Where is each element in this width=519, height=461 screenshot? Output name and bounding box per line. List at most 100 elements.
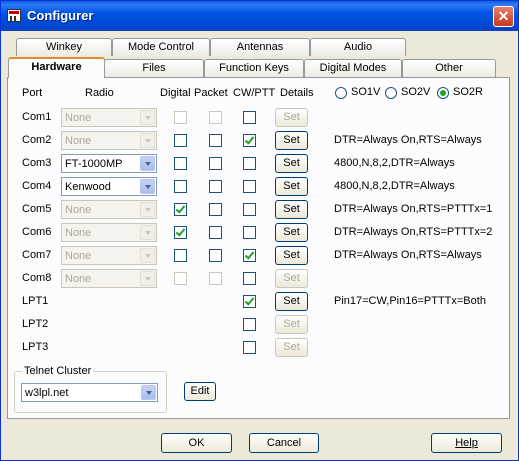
so1v-radio[interactable] [335,87,347,99]
port-label-com3: Com3 [22,157,52,169]
cwptt-checkbox[interactable] [243,203,256,216]
tab-other[interactable]: Other [402,59,496,77]
set-button[interactable]: Set [275,269,308,288]
digital-checkbox[interactable] [174,157,187,170]
port-label-com1: Com1 [22,111,52,123]
telnet-cluster-value: w3lpl.net [25,387,69,399]
digital-checkbox[interactable] [174,272,187,285]
tab-hardware[interactable]: Hardware [8,57,105,78]
digital-checkbox[interactable] [174,180,187,193]
tab-function-keys[interactable]: Function Keys [204,59,304,77]
tab-mode-control[interactable]: Mode Control [112,38,210,56]
chevron-down-icon[interactable] [140,133,155,148]
cwptt-checkbox[interactable] [243,341,256,354]
cwptt-checkbox[interactable] [243,180,256,193]
set-button[interactable]: Set [275,200,308,219]
digital-checkbox[interactable] [174,111,187,124]
radio-select-com7[interactable]: None [61,246,157,265]
radio-value: None [65,273,92,285]
radio-value: None [65,204,92,216]
so2v-label: SO2V [401,86,431,98]
port-label-com8: Com8 [22,272,52,284]
radio-select-com5[interactable]: None [61,200,157,219]
chevron-down-icon[interactable] [140,271,155,286]
radio-select-com2[interactable]: None [61,131,157,150]
port-details: 4800,N,8,2,DTR=Always [334,157,455,169]
radio-select-com3[interactable]: FT-1000MP [61,154,157,173]
radio-select-com8[interactable]: None [61,269,157,288]
set-button[interactable]: Set [275,223,308,242]
so2v-radio[interactable] [385,87,397,99]
port-details: DTR=Always On,RTS=Always [334,249,482,261]
cwptt-checkbox[interactable] [243,249,256,262]
cancel-button[interactable]: Cancel [249,433,319,453]
set-button[interactable]: Set [275,108,308,127]
digital-checkbox[interactable] [174,249,187,262]
radio-select-com6[interactable]: None [61,223,157,242]
chevron-down-icon[interactable] [140,248,155,263]
set-button[interactable]: Set [275,177,308,196]
digital-checkbox[interactable] [174,203,187,216]
set-button[interactable]: Set [275,315,308,334]
tab-antennas[interactable]: Antennas [210,38,310,56]
set-button[interactable]: Set [275,154,308,173]
telnet-cluster-label: Telnet Cluster [22,365,94,377]
radio-select-com1[interactable]: None [61,108,157,127]
cwptt-checkbox[interactable] [243,226,256,239]
help-label: Help [455,437,478,449]
so1v-label: SO1V [351,86,381,98]
tab-audio[interactable]: Audio [310,38,406,56]
header-radio: Radio [85,87,114,99]
cwptt-checkbox[interactable] [243,318,256,331]
tab-files[interactable]: Files [104,59,204,77]
set-button[interactable]: Set [275,246,308,265]
packet-checkbox[interactable] [209,134,222,147]
close-button[interactable]: ✕ [493,6,514,27]
telnet-cluster-select[interactable]: w3lpl.net [21,383,158,402]
set-button[interactable]: Set [275,292,308,311]
packet-checkbox[interactable] [209,226,222,239]
window-title: Configurer [27,8,94,23]
port-label-com6: Com6 [22,226,52,238]
chevron-down-icon[interactable] [140,110,155,125]
radio-value: None [65,135,92,147]
set-button[interactable]: Set [275,338,308,357]
cwptt-checkbox[interactable] [243,295,256,308]
radio-value: None [65,227,92,239]
packet-checkbox[interactable] [209,111,222,124]
so2r-label: SO2R [453,86,483,98]
header-packet: Packet [194,87,228,99]
packet-checkbox[interactable] [209,272,222,285]
chevron-down-icon[interactable] [141,385,156,400]
packet-checkbox[interactable] [209,157,222,170]
tab-winkey[interactable]: Winkey [16,38,112,56]
packet-checkbox[interactable] [209,249,222,262]
title-bar[interactable]: Configurer ✕ [1,1,518,31]
port-label-com2: Com2 [22,134,52,146]
header-details: Details [280,87,314,99]
packet-checkbox[interactable] [209,180,222,193]
digital-checkbox[interactable] [174,226,187,239]
chevron-down-icon[interactable] [140,156,155,171]
tab-digital-modes[interactable]: Digital Modes [304,59,402,77]
so2r-radio[interactable] [437,87,449,99]
cwptt-checkbox[interactable] [243,111,256,124]
app-icon [7,9,21,22]
port-label-lpt2: LPT2 [22,318,49,330]
ok-button[interactable]: OK [161,433,232,453]
set-button[interactable]: Set [275,131,308,150]
cwptt-checkbox[interactable] [243,157,256,170]
radio-select-com4[interactable]: Kenwood [61,177,157,196]
chevron-down-icon[interactable] [140,179,155,194]
port-details: DTR=Always On,RTS=PTTTx=1 [334,203,493,215]
help-button[interactable]: Help [431,433,502,453]
cwptt-checkbox[interactable] [243,134,256,147]
telnet-edit-button[interactable]: Edit [184,382,216,401]
chevron-down-icon[interactable] [140,202,155,217]
port-details: DTR=Always On,RTS=Always [334,134,482,146]
chevron-down-icon[interactable] [140,225,155,240]
packet-checkbox[interactable] [209,203,222,216]
header-port: Port [22,87,43,99]
cwptt-checkbox[interactable] [243,272,256,285]
digital-checkbox[interactable] [174,134,187,147]
